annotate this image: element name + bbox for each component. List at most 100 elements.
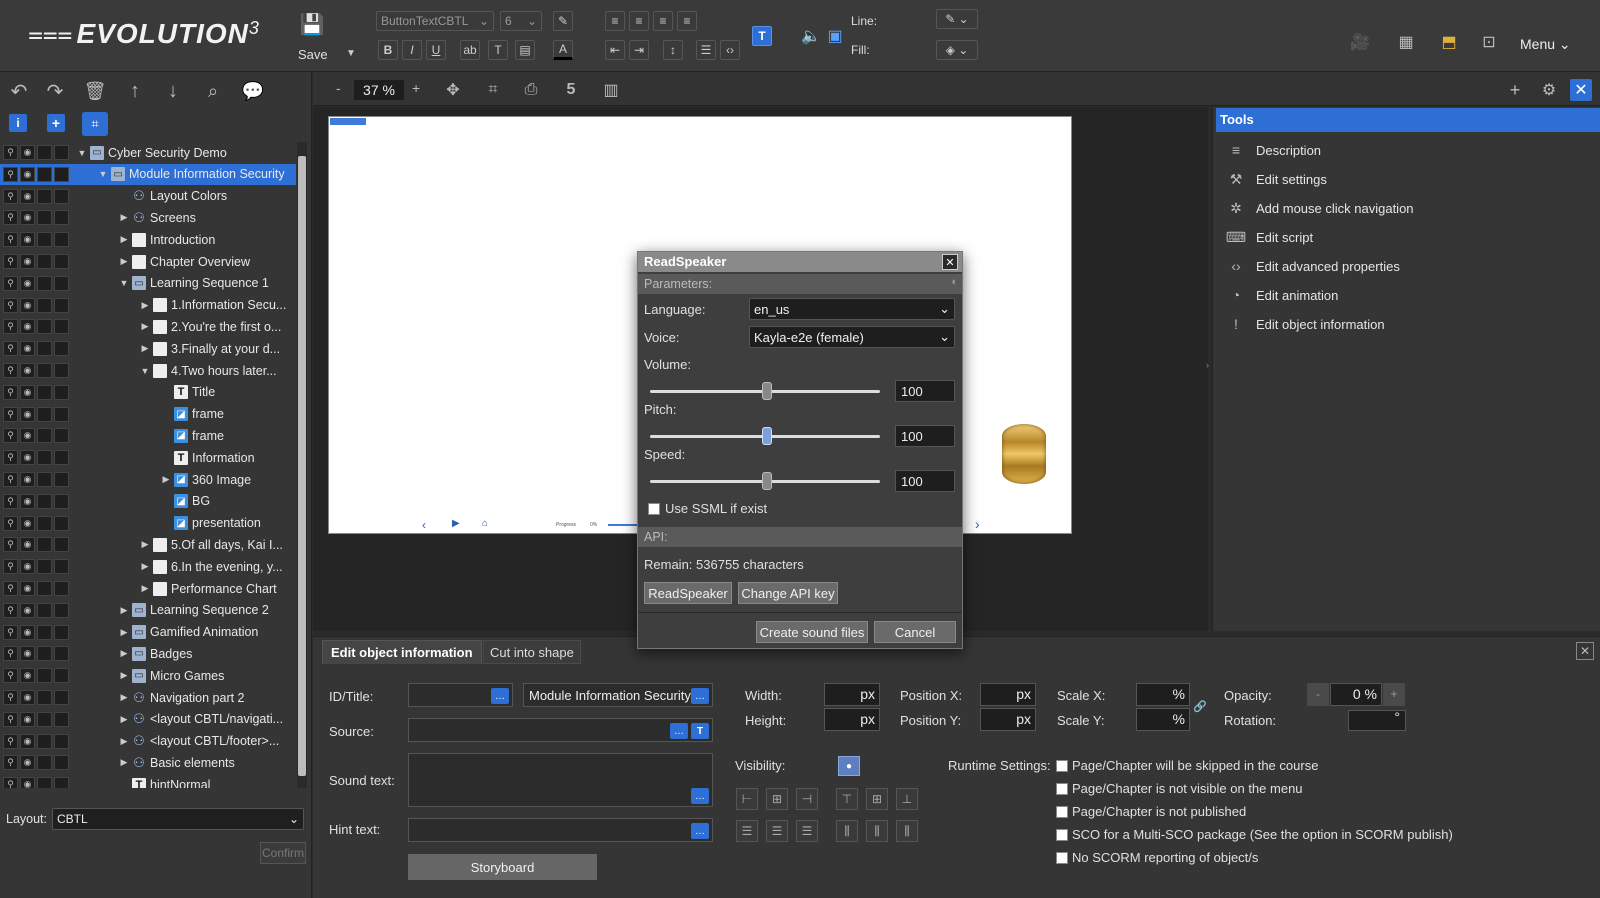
- edit-lock-icon[interactable]: ⚲: [3, 232, 18, 248]
- tree-row[interactable]: ⚲ ◉ ▶ ⚇ <layout CBTL/footer>...: [0, 731, 296, 752]
- width-field[interactable]: px: [824, 683, 880, 706]
- status-icon[interactable]: [54, 275, 69, 291]
- status-icon[interactable]: [54, 384, 69, 400]
- status-icon[interactable]: [37, 711, 52, 727]
- edit-lock-icon[interactable]: ⚲: [3, 515, 18, 531]
- edit-lock-icon[interactable]: ⚲: [3, 559, 18, 575]
- tree-row[interactable]: ⚲ ◉ ◪ BG: [0, 491, 296, 512]
- edit-lock-icon[interactable]: ⚲: [3, 275, 18, 291]
- expand-toggle-icon[interactable]: ▶: [139, 343, 151, 354]
- sound-text-field[interactable]: [408, 753, 713, 807]
- visibility-pin-icon[interactable]: ◉: [20, 493, 35, 509]
- expand-toggle-icon[interactable]: ▶: [118, 648, 130, 659]
- runtime-checkbox[interactable]: [1056, 760, 1068, 772]
- status-icon[interactable]: [37, 515, 52, 531]
- status-icon[interactable]: [54, 166, 69, 182]
- expand-toggle-icon[interactable]: ▶: [118, 714, 130, 725]
- align-left-edge-icon[interactable]: ⊢: [736, 788, 758, 810]
- undo-icon[interactable]: ↶: [6, 78, 32, 104]
- edit-lock-icon[interactable]: ⚲: [3, 472, 18, 487]
- bold-icon[interactable]: B: [378, 40, 398, 60]
- confirm-button[interactable]: Confirm: [260, 842, 306, 864]
- status-icon[interactable]: [54, 210, 69, 226]
- status-icon[interactable]: [54, 254, 69, 269]
- info-icon[interactable]: i: [9, 114, 27, 132]
- scale-y-field[interactable]: %: [1136, 708, 1190, 731]
- expand-toggle-icon[interactable]: ▶: [139, 539, 151, 550]
- speed-slider-knob[interactable]: [762, 472, 772, 490]
- bottom-close-icon[interactable]: ✕: [1576, 642, 1594, 660]
- align-bottom-edge-icon[interactable]: ⊥: [896, 788, 918, 810]
- source-field[interactable]: [408, 718, 713, 742]
- audio-speaker-icon[interactable]: 🔈: [800, 26, 822, 46]
- voice-select[interactable]: Kayla-e2e (female) ⌄: [749, 326, 955, 348]
- status-icon[interactable]: [37, 341, 52, 357]
- status-icon[interactable]: [54, 363, 69, 378]
- redo-icon[interactable]: ↷: [42, 78, 68, 104]
- audio-settings-icon[interactable]: ▣: [824, 26, 846, 46]
- tree-row[interactable]: ⚲ ◉ ◪ frame: [0, 404, 296, 425]
- expand-toggle-icon[interactable]: ▶: [118, 692, 130, 703]
- visibility-pin-icon[interactable]: ◉: [20, 472, 35, 487]
- edit-lock-icon[interactable]: ⚲: [3, 384, 18, 400]
- font-size-select[interactable]: 6 ⌄: [500, 11, 542, 31]
- runtime-checkbox[interactable]: [1056, 829, 1068, 841]
- distribute-middle-icon[interactable]: ☰: [766, 820, 788, 842]
- text-style-icon[interactable]: ab: [460, 40, 480, 60]
- grid-icon[interactable]: ⌗: [482, 79, 504, 101]
- status-icon[interactable]: [37, 188, 52, 204]
- visibility-pin-icon[interactable]: ◉: [20, 406, 35, 422]
- zoom-minus-button[interactable]: -: [336, 80, 341, 96]
- visibility-pin-icon[interactable]: ◉: [20, 690, 35, 705]
- visibility-pin-icon[interactable]: ◉: [20, 166, 35, 182]
- expand-icon[interactable]: ◐: [951, 276, 958, 288]
- fill-color-picker-icon[interactable]: ◈ ⌄: [936, 40, 978, 60]
- hint-text-browse-button[interactable]: …: [691, 823, 709, 839]
- status-icon[interactable]: [37, 755, 52, 771]
- status-icon[interactable]: [37, 450, 52, 466]
- text-box-icon[interactable]: ▤: [515, 40, 535, 60]
- align-top-edge-icon[interactable]: ⊤: [836, 788, 858, 810]
- align-left-icon[interactable]: ≡: [605, 11, 625, 31]
- distribute-top-icon[interactable]: ☰: [736, 820, 758, 842]
- tree-row[interactable]: ⚲ ◉ ▶ ▭ Gamified Animation: [0, 622, 296, 643]
- move-up-icon[interactable]: ↑: [122, 78, 148, 104]
- status-icon[interactable]: [37, 559, 52, 575]
- status-icon[interactable]: [37, 733, 52, 749]
- status-icon[interactable]: [54, 428, 69, 444]
- distribute-bottom-icon[interactable]: ☰: [796, 820, 818, 842]
- tree-row[interactable]: ⚲ ◉ ▼ ▭ Cyber Security Demo: [0, 142, 296, 163]
- status-icon[interactable]: [37, 777, 52, 788]
- status-icon[interactable]: [37, 472, 52, 487]
- status-icon[interactable]: [54, 559, 69, 575]
- tree-row[interactable]: ⚲ ◉ ▼ ▭ Learning Sequence 1: [0, 273, 296, 294]
- tree-row[interactable]: ⚲ ◉ ▼ 4.Two hours later...: [0, 360, 296, 381]
- opacity-field[interactable]: 0 %: [1330, 683, 1382, 706]
- edit-lock-icon[interactable]: ⚲: [3, 297, 18, 313]
- edit-lock-icon[interactable]: ⚲: [3, 166, 18, 182]
- settings-gear-icon[interactable]: ⚙: [1538, 79, 1560, 101]
- tab-cut-into-shape[interactable]: Cut into shape: [483, 640, 581, 664]
- expand-toggle-icon[interactable]: ▼: [76, 148, 88, 158]
- tree-row[interactable]: ⚲ ◉ ▶ ◪ 360 Image: [0, 469, 296, 490]
- dialog-close-icon[interactable]: ✕: [942, 254, 958, 270]
- status-icon[interactable]: [37, 581, 52, 596]
- readspeaker-button[interactable]: ReadSpeaker: [644, 582, 732, 604]
- delete-icon[interactable]: 🗑: [82, 78, 108, 104]
- visibility-pin-icon[interactable]: ◉: [20, 537, 35, 553]
- status-icon[interactable]: [37, 406, 52, 422]
- align-right-edge-icon[interactable]: ⊣: [796, 788, 818, 810]
- edit-lock-icon[interactable]: ⚲: [3, 428, 18, 444]
- rotation-field[interactable]: °: [1348, 709, 1406, 731]
- status-icon[interactable]: [54, 690, 69, 705]
- edit-lock-icon[interactable]: ⚲: [3, 755, 18, 771]
- runtime-checkbox[interactable]: [1056, 783, 1068, 795]
- status-icon[interactable]: [54, 493, 69, 509]
- status-icon[interactable]: [54, 232, 69, 248]
- screen-record-icon[interactable]: 🎥: [1347, 30, 1373, 54]
- expand-toggle-icon[interactable]: ▶: [118, 736, 130, 747]
- print-icon[interactable]: ⎙: [520, 79, 542, 101]
- save-icon[interactable]: 💾: [298, 10, 326, 38]
- tree-row[interactable]: ⚲ ◉ ThintNormal: [0, 774, 296, 788]
- expand-toggle-icon[interactable]: ▶: [118, 670, 130, 681]
